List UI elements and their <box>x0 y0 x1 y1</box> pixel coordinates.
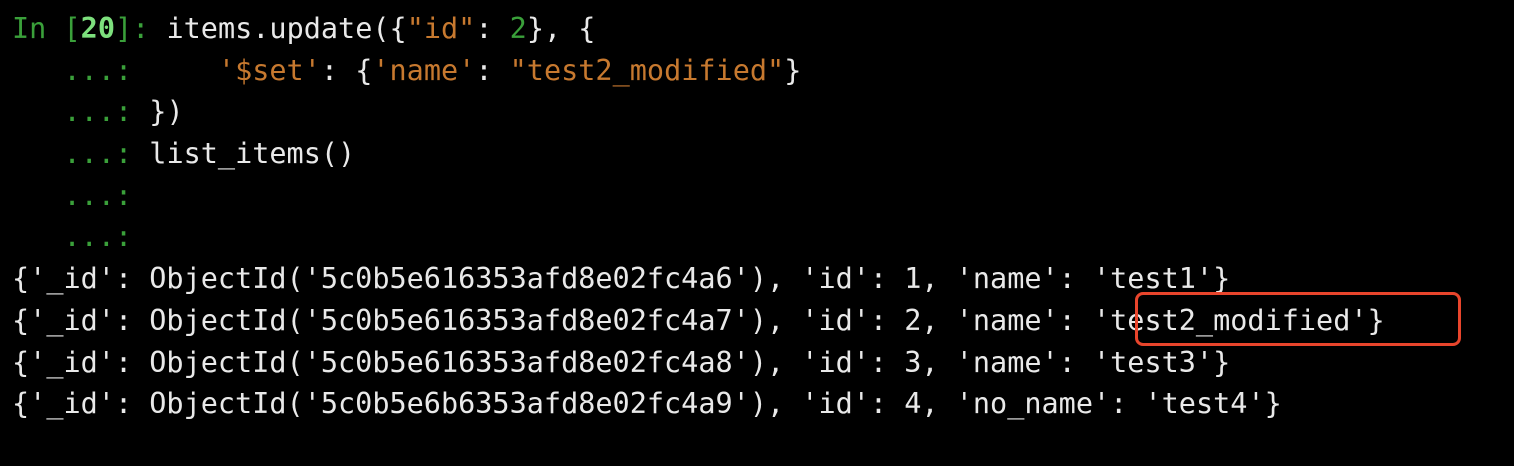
input-line-3: ...: }) <box>12 91 1514 133</box>
output-row-prefix: {'_id': ObjectId('5c0b5e6b6353afd8e02fc4… <box>12 387 1145 421</box>
output-row: {'_id': ObjectId('5c0b5e6b6353afd8e02fc4… <box>12 383 1514 425</box>
output-row-value: 'test3' <box>1092 345 1214 379</box>
prompt-bracket-close: ]: <box>114 12 167 45</box>
code-token: }) <box>149 95 184 129</box>
code-token: items.update({ <box>166 12 407 45</box>
code-string: "test2_modified" <box>509 53 785 87</box>
continuation-prompt: ...: <box>12 178 150 212</box>
input-line-2: ...: '$set': {'name': "test2_modified"} <box>12 50 1514 92</box>
input-line-5: ...: <box>12 175 1514 217</box>
terminal-output[interactable]: In [20]: items.update({"id": 2}, { ...: … <box>12 8 1514 466</box>
input-line-4: ...: list_items() <box>12 133 1514 175</box>
input-line-1: In [20]: items.update({"id": 2}, { <box>12 8 1514 50</box>
output-row-prefix: {'_id': ObjectId('5c0b5e616353afd8e02fc4… <box>12 262 1093 296</box>
prompt-in-label: In <box>12 12 64 45</box>
code-token: : <box>475 12 510 45</box>
output-row-value: 'test4' <box>1144 387 1265 421</box>
output-row: {'_id': ObjectId('5c0b5e616353afd8e02fc4… <box>12 342 1514 384</box>
input-line-6: ...: <box>12 216 1514 258</box>
code-string: '$set' <box>217 53 321 87</box>
code-token: list_items() <box>149 137 356 171</box>
code-number: 2 <box>509 12 527 45</box>
code-token: : <box>475 53 510 87</box>
continuation-prompt: ...: <box>12 220 150 254</box>
prompt-cell-number: 20 <box>80 12 115 45</box>
code-token: : { <box>320 53 373 87</box>
code-token: }, { <box>526 12 596 45</box>
highlight-box <box>1135 292 1461 346</box>
output-row-suffix: } <box>1213 262 1231 296</box>
prompt-bracket-open: [ <box>63 12 81 45</box>
continuation-prompt: ...: <box>12 53 150 87</box>
output-row-suffix: } <box>1264 387 1282 421</box>
continuation-prompt: ...: <box>12 137 150 171</box>
code-token: } <box>784 53 802 87</box>
output-row-value: 'test1' <box>1092 262 1214 296</box>
code-string: "id" <box>406 12 476 45</box>
output-row-suffix: } <box>1213 345 1231 379</box>
output-row-prefix: {'_id': ObjectId('5c0b5e616353afd8e02fc4… <box>12 303 1093 337</box>
continuation-prompt: ...: <box>12 95 150 129</box>
output-row-prefix: {'_id': ObjectId('5c0b5e616353afd8e02fc4… <box>12 345 1093 379</box>
code-string: 'name' <box>372 53 476 87</box>
